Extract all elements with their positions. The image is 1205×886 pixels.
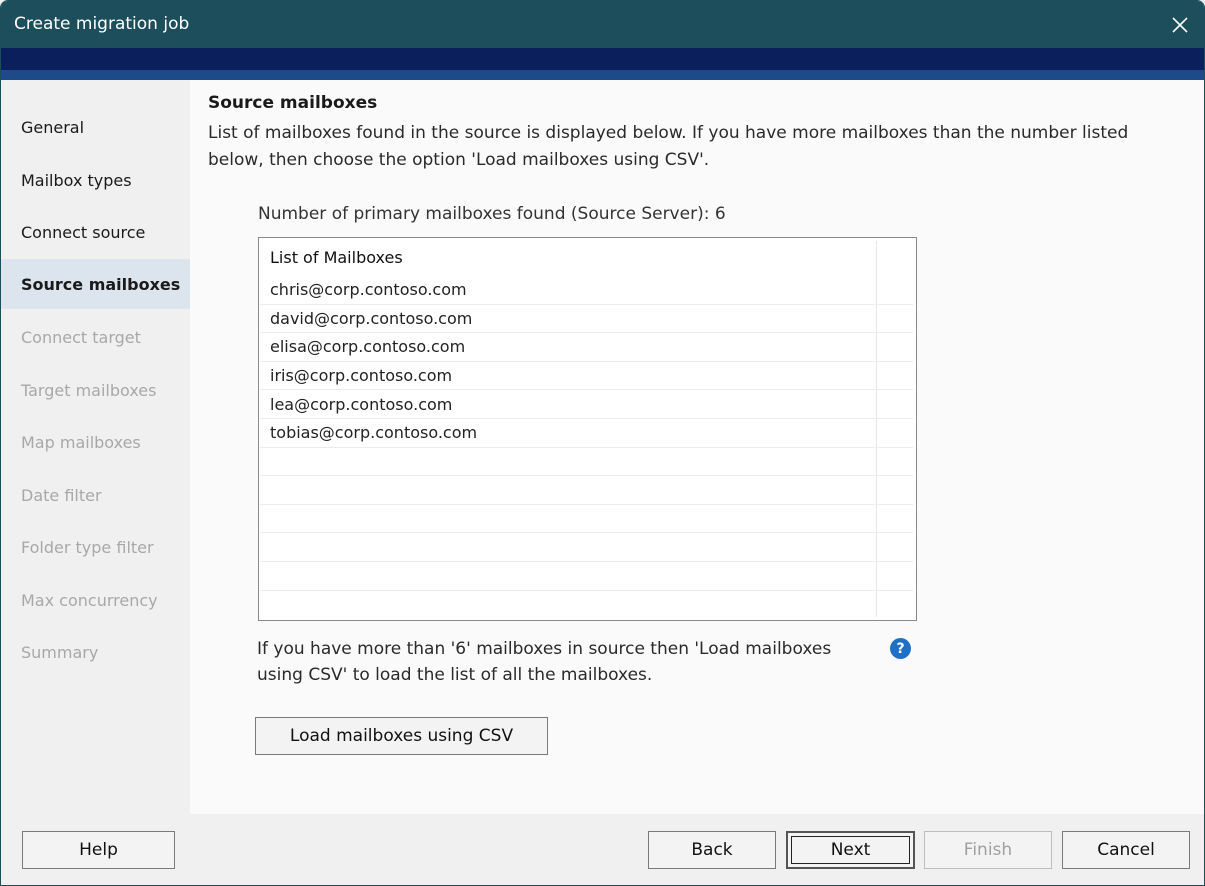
sidebar-item-general[interactable]: General bbox=[1, 102, 190, 152]
focus-ring bbox=[791, 836, 910, 864]
empty-row bbox=[260, 476, 913, 505]
mailbox-list[interactable]: List of Mailboxes chris@corp.contoso.com… bbox=[258, 237, 917, 621]
sidebar-item-target-mailboxes: Target mailboxes bbox=[21, 380, 157, 400]
help-icon[interactable]: ? bbox=[890, 638, 911, 659]
help-button[interactable]: Help bbox=[22, 831, 175, 869]
cancel-button[interactable]: Cancel bbox=[1062, 831, 1190, 869]
wizard-steps-sidebar: General Mailbox types Connect source Sou… bbox=[1, 80, 190, 814]
next-button[interactable]: Next bbox=[786, 831, 915, 869]
sidebar-item-map-mailboxes: Map mailboxes bbox=[21, 432, 141, 452]
csv-note: If you have more than '6' mailboxes in s… bbox=[257, 639, 832, 685]
sidebar-item-folder-type-filter: Folder type filter bbox=[21, 537, 154, 557]
sidebar-item-connect-target: Connect target bbox=[21, 327, 141, 347]
empty-row bbox=[260, 562, 913, 591]
empty-row bbox=[260, 448, 913, 477]
close-icon[interactable] bbox=[1156, 1, 1204, 48]
window-title: Create migration job bbox=[14, 14, 190, 34]
list-item[interactable]: tobias@corp.contoso.com bbox=[260, 419, 913, 448]
list-item[interactable]: chris@corp.contoso.com bbox=[260, 276, 913, 305]
dialog-footer: Help Back Next Finish Cancel bbox=[1, 814, 1204, 885]
sidebar-item-mailbox-types[interactable]: Mailbox types bbox=[1, 155, 190, 205]
sidebar-item-connect-source[interactable]: Connect source bbox=[1, 207, 190, 257]
list-item[interactable]: iris@corp.contoso.com bbox=[260, 362, 913, 391]
header-band bbox=[1, 48, 1204, 80]
dialog-window: Create migration job General Mailbox typ… bbox=[0, 0, 1205, 886]
page-title: Source mailboxes bbox=[208, 93, 378, 113]
sidebar-item-max-concurrency: Max concurrency bbox=[21, 590, 158, 610]
sidebar-item-summary: Summary bbox=[21, 642, 99, 662]
list-item[interactable]: elisa@corp.contoso.com bbox=[260, 333, 913, 362]
empty-row bbox=[260, 505, 913, 534]
load-csv-button[interactable]: Load mailboxes using CSV bbox=[255, 717, 548, 755]
page-description: List of mailboxes found in the source is… bbox=[208, 123, 1129, 170]
list-item[interactable]: lea@corp.contoso.com bbox=[260, 390, 913, 419]
mailbox-count-label: Number of primary mailboxes found (Sourc… bbox=[258, 204, 726, 224]
main-panel: Source mailboxes List of mailboxes found… bbox=[190, 80, 1204, 814]
list-header[interactable]: List of Mailboxes bbox=[270, 248, 403, 267]
finish-button: Finish bbox=[924, 831, 1052, 869]
empty-row bbox=[260, 533, 913, 562]
back-button[interactable]: Back bbox=[648, 831, 776, 869]
sidebar-item-source-mailboxes[interactable]: Source mailboxes bbox=[1, 259, 190, 309]
title-bar: Create migration job bbox=[1, 1, 1204, 48]
sidebar-item-date-filter: Date filter bbox=[21, 485, 102, 505]
list-item[interactable]: david@corp.contoso.com bbox=[260, 305, 913, 334]
